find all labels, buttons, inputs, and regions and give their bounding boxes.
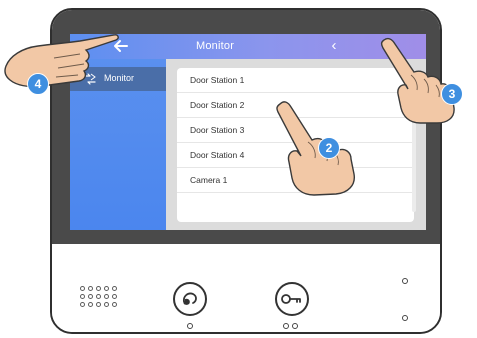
talk-icon bbox=[182, 292, 197, 305]
page-title: Monitor bbox=[196, 40, 235, 52]
step-badge: 3 bbox=[441, 83, 463, 105]
unlock-key-icon bbox=[281, 294, 301, 304]
list-item-label: Camera 1 bbox=[190, 175, 228, 185]
step-badge: 2 bbox=[318, 137, 340, 159]
list-item-label: Door Station 3 bbox=[190, 125, 245, 135]
hand-pointer-icon bbox=[4, 34, 119, 88]
status-led bbox=[402, 315, 408, 321]
instruction-illustration: Monitor ‹ Monitor Door Station 1 Door St… bbox=[0, 0, 477, 338]
talk-led bbox=[187, 323, 193, 329]
unlock-led bbox=[283, 323, 289, 329]
unlock-led bbox=[292, 323, 298, 329]
hand-pointer-icon bbox=[380, 37, 455, 124]
unlock-button[interactable] bbox=[275, 282, 309, 316]
header-bar: Monitor ‹ bbox=[70, 34, 426, 59]
talk-button[interactable] bbox=[173, 282, 207, 316]
list-item-label: Door Station 1 bbox=[190, 75, 245, 85]
list-item-label: Door Station 2 bbox=[190, 100, 245, 110]
speaker-grille bbox=[80, 286, 144, 310]
chevron-left-icon[interactable]: ‹ bbox=[327, 37, 341, 55]
status-led bbox=[402, 278, 408, 284]
control-panel bbox=[52, 244, 440, 332]
list-item[interactable]: Door Station 1 bbox=[177, 68, 414, 93]
list-item-label: Door Station 4 bbox=[190, 150, 245, 160]
step-badge: 4 bbox=[27, 73, 49, 95]
